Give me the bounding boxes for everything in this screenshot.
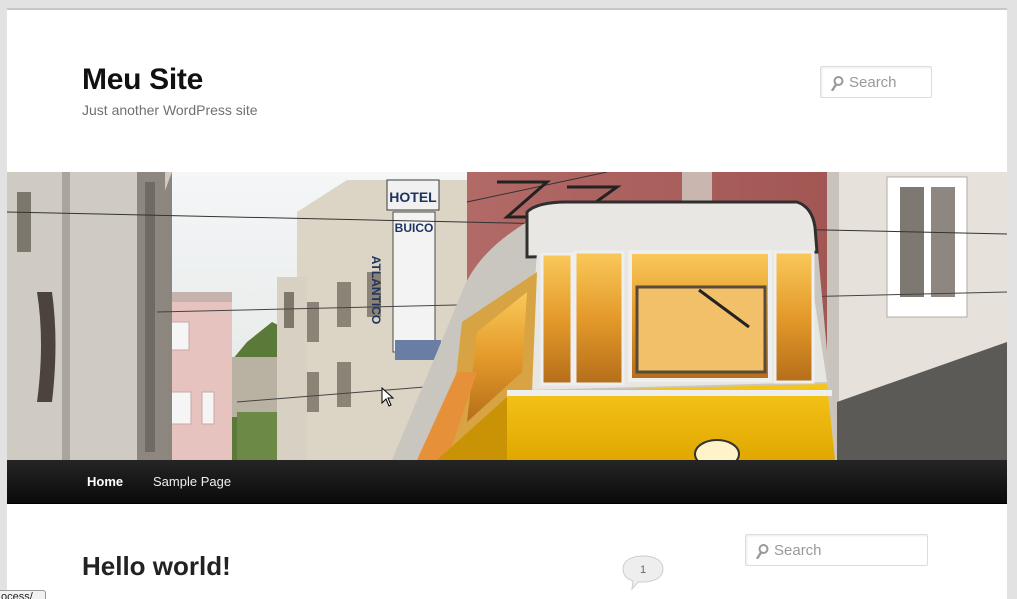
nav-item-sample-page[interactable]: Sample Page bbox=[153, 474, 231, 489]
site-description: Just another WordPress site bbox=[82, 102, 258, 118]
header-image[interactable]: HOTEL BUICO ATLANTICO bbox=[7, 172, 1007, 460]
status-bar-url: ocess/ bbox=[0, 590, 46, 599]
hotel-sign-text: HOTEL bbox=[389, 189, 437, 205]
page: Meu Site Just another WordPress site Sea… bbox=[7, 8, 1007, 599]
search-icon bbox=[831, 76, 844, 91]
comment-count: 1 bbox=[639, 564, 647, 576]
search-icon bbox=[756, 544, 769, 559]
header-search-box[interactable] bbox=[820, 66, 932, 98]
comments-link[interactable]: 1 bbox=[622, 555, 666, 591]
nav-item-home[interactable]: Home bbox=[87, 474, 123, 489]
sidebar-search-box[interactable] bbox=[745, 534, 928, 566]
header-search-input[interactable] bbox=[849, 67, 927, 97]
sidebar-search-input[interactable] bbox=[774, 535, 923, 565]
hotel-sign-name-1: BUICO bbox=[395, 221, 434, 235]
site-title[interactable]: Meu Site bbox=[82, 63, 203, 97]
post-title[interactable]: Hello world! bbox=[82, 551, 231, 582]
hotel-sign-name-2: ATLANTICO bbox=[369, 256, 383, 324]
main-navigation: Home Sample Page bbox=[7, 460, 1007, 504]
tram-street-photo: HOTEL BUICO ATLANTICO bbox=[7, 172, 1007, 460]
mouse-cursor-icon bbox=[381, 387, 395, 407]
